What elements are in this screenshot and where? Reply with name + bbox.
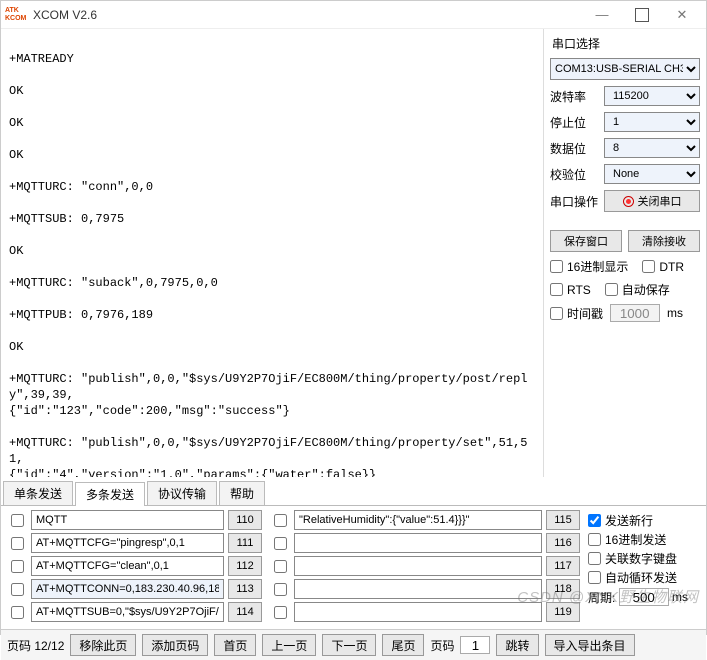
send-ck-115[interactable] xyxy=(274,514,287,527)
send-input-114[interactable] xyxy=(31,602,224,622)
numpad-checkbox[interactable] xyxy=(588,552,601,565)
timestamp-label: 时间戳 xyxy=(567,305,603,322)
stop-label: 停止位 xyxy=(550,114,604,131)
add-page-button[interactable]: 添加页码 xyxy=(142,634,208,656)
send-input-112[interactable] xyxy=(31,556,224,576)
autosave-label: 自动保存 xyxy=(622,281,670,298)
brand-icon: ATK KCOM xyxy=(5,5,29,25)
hex-send-label: 16进制发送 xyxy=(605,531,666,548)
minimize-icon[interactable]: — xyxy=(582,2,622,28)
page-jump-input[interactable] xyxy=(460,636,490,654)
send-input-111[interactable] xyxy=(31,533,224,553)
close-icon[interactable]: ✕ xyxy=(662,2,702,28)
baud-label: 波特率 xyxy=(550,88,604,105)
send-btn-116[interactable]: 116 xyxy=(546,533,580,553)
dtr-checkbox[interactable] xyxy=(642,260,655,273)
autosave-checkbox[interactable] xyxy=(605,283,618,296)
send-input-115[interactable] xyxy=(294,510,542,530)
prev-page-button[interactable]: 上一页 xyxy=(262,634,316,656)
send-btn-110[interactable]: 110 xyxy=(228,510,262,530)
hex-display-label: 16进制显示 xyxy=(567,258,628,275)
pagecode-label: 页码 xyxy=(430,637,454,654)
port-select[interactable]: COM13:USB-SERIAL CH34 xyxy=(550,58,700,80)
autoloop-label: 自动循环发送 xyxy=(605,569,677,586)
window-title: XCOM V2.6 xyxy=(33,8,97,22)
timestamp-input[interactable] xyxy=(610,304,660,322)
close-port-button[interactable]: 关闭串口 xyxy=(604,190,700,212)
send-ck-119[interactable] xyxy=(274,606,287,619)
send-ck-110[interactable] xyxy=(11,514,24,527)
ms-label: ms xyxy=(667,306,683,320)
newline-checkbox[interactable] xyxy=(588,514,601,527)
record-icon xyxy=(623,196,634,207)
data-label: 数据位 xyxy=(550,140,604,157)
send-input-118[interactable] xyxy=(294,579,542,599)
tab-multi-send[interactable]: 多条发送 xyxy=(75,482,145,506)
send-ck-114[interactable] xyxy=(11,606,24,619)
send-input-116[interactable] xyxy=(294,533,542,553)
hex-send-checkbox[interactable] xyxy=(588,533,601,546)
newline-label: 发送新行 xyxy=(605,512,653,529)
send-ck-118[interactable] xyxy=(274,583,287,596)
jump-button[interactable]: 跳转 xyxy=(496,634,538,656)
send-input-119[interactable] xyxy=(294,602,542,622)
rts-label: RTS xyxy=(567,283,591,297)
first-page-button[interactable]: 首页 xyxy=(214,634,256,656)
send-ck-113[interactable] xyxy=(11,583,24,596)
parity-label: 校验位 xyxy=(550,166,604,183)
send-ck-112[interactable] xyxy=(11,560,24,573)
send-ck-117[interactable] xyxy=(274,560,287,573)
tab-protocol[interactable]: 协议传输 xyxy=(147,481,217,505)
send-btn-114[interactable]: 114 xyxy=(228,602,262,622)
timestamp-checkbox[interactable] xyxy=(550,307,563,320)
page-counter: 页码 12/12 xyxy=(7,637,64,654)
port-section-title: 串口选择 xyxy=(552,35,700,52)
next-page-button[interactable]: 下一页 xyxy=(322,634,376,656)
dtr-label: DTR xyxy=(659,260,684,274)
numpad-label: 关联数字键盘 xyxy=(605,550,677,567)
remove-page-button[interactable]: 移除此页 xyxy=(70,634,136,656)
data-select[interactable]: 8 xyxy=(604,138,700,158)
tab-help[interactable]: 帮助 xyxy=(219,481,265,505)
op-label: 串口操作 xyxy=(550,193,604,210)
parity-select[interactable]: None xyxy=(604,164,700,184)
save-window-button[interactable]: 保存窗口 xyxy=(550,230,622,252)
autoloop-checkbox[interactable] xyxy=(588,571,601,584)
send-ck-116[interactable] xyxy=(274,537,287,550)
send-btn-112[interactable]: 112 xyxy=(228,556,262,576)
send-btn-117[interactable]: 117 xyxy=(546,556,580,576)
send-btn-115[interactable]: 115 xyxy=(546,510,580,530)
maximize-icon[interactable] xyxy=(622,2,662,28)
hex-display-checkbox[interactable] xyxy=(550,260,563,273)
watermark: CSDN @XNK野生物联网 xyxy=(517,586,699,607)
terminal-output: +MATREADY OK OK OK +MQTTURC: "conn",0,0 … xyxy=(1,29,543,477)
send-btn-113[interactable]: 113 xyxy=(228,579,262,599)
clear-recv-button[interactable]: 清除接收 xyxy=(628,230,700,252)
rts-checkbox[interactable] xyxy=(550,283,563,296)
import-export-button[interactable]: 导入导出条目 xyxy=(545,634,635,656)
baud-select[interactable]: 115200 xyxy=(604,86,700,106)
send-btn-111[interactable]: 111 xyxy=(228,533,262,553)
stop-select[interactable]: 1 xyxy=(604,112,700,132)
send-input-110[interactable] xyxy=(31,510,224,530)
tab-single-send[interactable]: 单条发送 xyxy=(3,481,73,505)
send-input-113[interactable] xyxy=(31,579,224,599)
last-page-button[interactable]: 尾页 xyxy=(382,634,424,656)
send-ck-111[interactable] xyxy=(11,537,24,550)
send-input-117[interactable] xyxy=(294,556,542,576)
